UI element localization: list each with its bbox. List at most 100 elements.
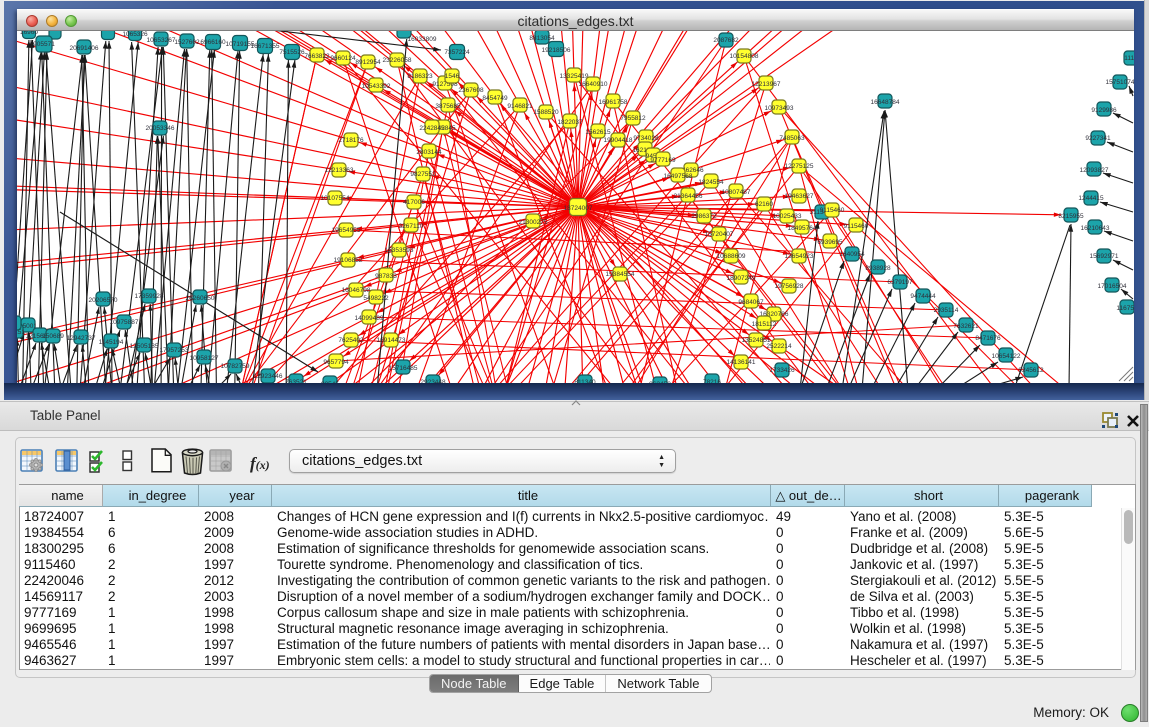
svg-text:7485063: 7485063 (779, 135, 805, 142)
svg-text:16640910: 16640910 (579, 81, 608, 88)
svg-text:2242845: 2242845 (419, 125, 445, 132)
svg-text:10958127: 10958127 (190, 355, 219, 362)
svg-text:6379197: 6379197 (887, 279, 913, 286)
svg-text:16033809: 16033809 (408, 36, 437, 43)
svg-text:19904418: 19904418 (604, 137, 633, 144)
svg-text:116753: 116753 (1116, 305, 1134, 312)
svg-text:16648784: 16648784 (871, 99, 900, 106)
svg-text:12093827: 12093827 (1080, 167, 1109, 174)
svg-text:12213967: 12213967 (752, 81, 781, 88)
svg-text:10807487: 10807487 (722, 189, 751, 196)
svg-text:20053346: 20053346 (146, 125, 175, 132)
svg-text:9129986: 9129986 (1091, 107, 1117, 114)
svg-text:7515526: 7515526 (279, 49, 305, 56)
svg-text:12213363: 12213363 (325, 167, 354, 174)
svg-text:10543392: 10543392 (362, 83, 391, 90)
svg-text:7625402: 7625402 (338, 337, 364, 344)
svg-text:7663822: 7663822 (304, 53, 330, 60)
svg-text:9684067: 9684067 (738, 299, 764, 306)
svg-text:8186323: 8186323 (407, 73, 433, 80)
svg-text:17016504: 17016504 (1098, 283, 1127, 290)
svg-text:21300275: 21300275 (519, 219, 548, 226)
svg-text:10025433: 10025433 (773, 213, 802, 220)
svg-text:16671355: 16671355 (251, 43, 280, 50)
svg-text:5498222: 5498222 (363, 295, 389, 302)
svg-text:1065326: 1065326 (122, 31, 148, 38)
svg-text:10782759: 10782759 (221, 363, 250, 370)
svg-text:16960: 16960 (20, 31, 38, 36)
svg-text:2935114: 2935114 (934, 307, 959, 314)
svg-text:17957253: 17957253 (160, 347, 189, 354)
svg-text:15720407: 15720407 (705, 231, 734, 238)
svg-text:8471676: 8471676 (975, 335, 1001, 342)
svg-text:8454749: 8454749 (482, 95, 508, 102)
svg-text:1640954: 1640954 (839, 251, 865, 258)
svg-text:20206570: 20206570 (89, 297, 118, 304)
svg-text:8938928: 8938928 (865, 265, 891, 272)
svg-text:16961758: 16961758 (599, 99, 628, 106)
svg-text:1822037: 1822037 (557, 119, 583, 126)
svg-text:417006: 417006 (403, 199, 425, 206)
svg-text:13325419: 13325419 (560, 73, 589, 80)
svg-text:9115460: 9115460 (820, 207, 845, 214)
svg-text:13654923: 13654923 (785, 253, 814, 260)
svg-text:3267110: 3267110 (399, 223, 424, 230)
svg-text:12923446: 12923446 (254, 373, 283, 380)
svg-text:14136141: 14136141 (727, 359, 756, 366)
svg-text:15692971: 15692971 (1090, 253, 1119, 260)
svg-text:9827552: 9827552 (410, 171, 436, 178)
svg-text:17359928: 17359928 (135, 293, 164, 300)
svg-text:1244415: 1244415 (1078, 195, 1104, 202)
svg-text:9660124: 9660124 (330, 55, 356, 62)
svg-text:6966160: 6966160 (200, 39, 226, 46)
svg-text:9657794: 9657794 (323, 359, 349, 366)
svg-text:21364456: 21364456 (674, 193, 703, 200)
svg-text:19654955: 19654955 (332, 227, 361, 234)
svg-text:10154808: 10154808 (730, 53, 759, 60)
svg-text:26260650: 26260650 (186, 295, 215, 302)
svg-text:12275125: 12275125 (785, 163, 814, 170)
svg-text:1546: 1546 (445, 73, 460, 80)
svg-text:18495764: 18495764 (788, 225, 817, 232)
svg-text:20691406: 20691406 (70, 45, 99, 52)
svg-text:1112: 1112 (1124, 55, 1134, 62)
svg-text:8215955: 8215955 (1058, 213, 1084, 220)
svg-text:62160: 62160 (755, 201, 773, 208)
svg-text:19218506: 19218506 (542, 47, 571, 54)
svg-text:15751074: 15751074 (1106, 79, 1134, 86)
svg-text:10973493: 10973493 (765, 105, 794, 112)
svg-text:2087682: 2087682 (713, 37, 739, 44)
svg-text:f(x): f(x) (250, 454, 270, 473)
svg-text:16210643: 16210643 (1081, 225, 1110, 232)
svg-text:18724007: 18724007 (564, 205, 593, 212)
svg-text:1588520: 1588520 (533, 109, 559, 116)
svg-text:9245612: 9245612 (1018, 367, 1044, 374)
svg-text:987833: 987833 (375, 273, 397, 280)
svg-text:10653267: 10653267 (147, 37, 176, 44)
svg-text:9146821: 9146821 (507, 103, 533, 110)
svg-text:14099489: 14099489 (355, 315, 384, 322)
svg-text:9734028: 9734028 (633, 135, 659, 142)
svg-text:150689: 150689 (42, 333, 64, 340)
svg-text:9227341: 9227341 (1085, 135, 1111, 142)
svg-text:15353593: 15353593 (385, 247, 414, 254)
svg-text:23226058: 23226058 (383, 57, 412, 64)
svg-text:1145194: 1145194 (99, 339, 124, 346)
svg-text:2367608: 2367608 (458, 87, 484, 94)
svg-text:1733426: 1733426 (769, 367, 795, 374)
svg-text:19106852: 19106852 (334, 257, 363, 264)
svg-text:7632621: 7632621 (953, 323, 979, 330)
svg-text:19756928: 19756928 (775, 283, 804, 290)
svg-text:2522214: 2522214 (766, 343, 792, 350)
svg-text:1562615: 1562615 (585, 129, 611, 136)
svg-text:2718176: 2718176 (338, 137, 364, 144)
svg-text:10688609: 10688609 (717, 253, 746, 260)
svg-text:3875685: 3875685 (435, 103, 461, 110)
svg-text:18907249: 18907249 (727, 275, 756, 282)
svg-text:10107554: 10107554 (321, 195, 350, 202)
svg-text:9777169: 9777169 (650, 157, 676, 164)
svg-text:905571: 905571 (33, 41, 55, 48)
svg-text:10975887: 10975887 (110, 319, 139, 326)
svg-text:7357224: 7357224 (444, 49, 470, 56)
svg-text:2803144: 2803144 (416, 149, 442, 156)
